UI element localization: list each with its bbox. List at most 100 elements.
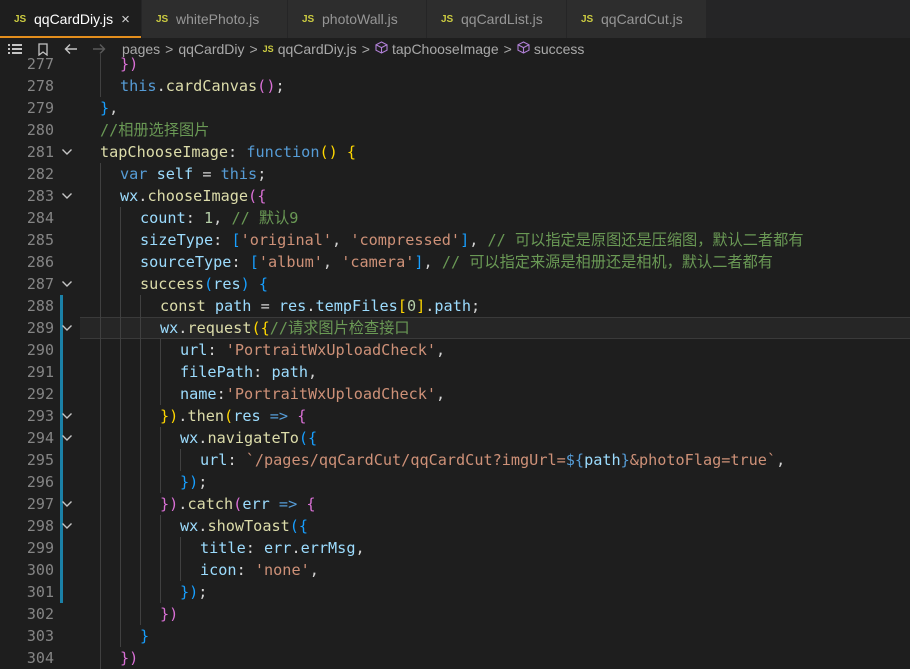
code-token: [ (397, 297, 407, 315)
indent-guide (140, 361, 141, 383)
code-line[interactable]: 287 success(res) { (0, 273, 910, 295)
tab-photowall[interactable]: JS photoWall.js (288, 0, 427, 38)
line-number[interactable]: 294 (0, 427, 54, 449)
indent-guide (100, 625, 101, 647)
code-line[interactable]: 284 count: 1, // 默认9 (0, 207, 910, 229)
code-line[interactable]: 286 sourceType: ['album', 'camera'], // 可… (0, 251, 910, 273)
chevron-down-icon[interactable] (60, 185, 74, 207)
chevron-down-icon[interactable] (60, 405, 74, 427)
indent-guide (160, 449, 161, 471)
code-line[interactable]: 281 tapChooseImage: function() { (0, 141, 910, 163)
code-token: sourceType (140, 253, 232, 271)
indent-guide (100, 471, 101, 493)
code-token: success (140, 275, 205, 293)
line-number[interactable]: 283 (0, 185, 54, 207)
line-number[interactable]: 287 (0, 273, 54, 295)
code-token: // 可以指定来源是相册还是相机，默认二者都有 (441, 253, 773, 271)
line-number[interactable]: 300 (0, 559, 54, 581)
code-token: [ (231, 231, 241, 249)
line-number[interactable]: 279 (0, 97, 54, 119)
code-text: //相册选择图片 (100, 119, 209, 141)
code-line[interactable]: 302}) (0, 603, 910, 625)
code-text: const path = res.tempFiles[0].path; (160, 295, 480, 317)
code-token: => (278, 495, 298, 513)
code-line[interactable]: 283 wx.chooseImage({ (0, 185, 910, 207)
line-number[interactable]: 282 (0, 163, 54, 185)
tab-qqcardlist[interactable]: JS qqCardList.js (427, 0, 567, 38)
code-line[interactable]: 297}).catch(err => { (0, 493, 910, 515)
code-token: path (214, 297, 252, 315)
code-token: : (227, 451, 246, 469)
line-number[interactable]: 284 (0, 207, 54, 229)
chevron-down-icon[interactable] (60, 515, 74, 537)
tab-whitephoto[interactable]: JS whitePhoto.js (142, 0, 288, 38)
code-line[interactable]: 280 //相册选择图片 (0, 119, 910, 141)
code-line[interactable]: 292 name:'PortraitWxUploadCheck', (0, 383, 910, 405)
line-number[interactable]: 289 (0, 317, 54, 339)
code-line[interactable]: 303} (0, 625, 910, 647)
tab-qqcardcut[interactable]: JS qqCardCut.js (567, 0, 707, 38)
line-number[interactable]: 286 (0, 251, 54, 273)
indent-guide (160, 383, 161, 405)
line-number[interactable]: 303 (0, 625, 54, 647)
code-line[interactable]: 291 filePath: path, (0, 361, 910, 383)
line-number[interactable]: 295 (0, 449, 54, 471)
indent-guide (100, 339, 101, 361)
code-token: }) (160, 495, 179, 513)
chevron-down-icon[interactable] (60, 141, 74, 163)
line-number[interactable]: 297 (0, 493, 54, 515)
line-number[interactable]: 292 (0, 383, 54, 405)
code-line[interactable]: 277}) (0, 53, 910, 75)
code-text: filePath: path, (180, 361, 317, 383)
indent-guide (120, 317, 121, 339)
chevron-down-icon[interactable] (60, 273, 74, 295)
code-line[interactable]: 299 title: err.errMsg, (0, 537, 910, 559)
code-token: ] (414, 253, 424, 271)
code-line[interactable]: 294 wx.navigateTo({ (0, 427, 910, 449)
code-line[interactable]: 290 url: 'PortraitWxUploadCheck', (0, 339, 910, 361)
code-token: function (246, 143, 320, 161)
chevron-down-icon[interactable] (60, 427, 74, 449)
code-line[interactable]: 295 url: `/pages/qqCardCut/qqCardCut?imgU… (0, 449, 910, 471)
code-line[interactable]: 298 wx.showToast({ (0, 515, 910, 537)
code-line[interactable]: 296}); (0, 471, 910, 493)
code-token: } (140, 627, 150, 645)
line-number[interactable]: 285 (0, 229, 54, 251)
code-line[interactable]: 300 icon: 'none', (0, 559, 910, 581)
code-line[interactable]: 289 wx.request({//请求图片检查接口 (0, 317, 910, 339)
line-number[interactable]: 278 (0, 75, 54, 97)
tab-qqcarddiy[interactable]: JS qqCardDiy.js × (0, 0, 142, 38)
line-number[interactable]: 299 (0, 537, 54, 559)
indent-guide (120, 229, 121, 251)
indent-guide (100, 53, 101, 75)
code-token: name (180, 385, 217, 403)
line-number[interactable]: 288 (0, 295, 54, 317)
code-line[interactable]: 285 sizeType: ['original', 'compressed'],… (0, 229, 910, 251)
line-number[interactable]: 280 (0, 119, 54, 141)
line-number[interactable]: 301 (0, 581, 54, 603)
indent-guide (140, 493, 141, 515)
line-number[interactable]: 290 (0, 339, 54, 361)
line-number[interactable]: 291 (0, 361, 54, 383)
line-number[interactable]: 277 (0, 53, 54, 75)
line-number[interactable]: 298 (0, 515, 54, 537)
line-number[interactable]: 304 (0, 647, 54, 669)
code-line[interactable]: 288 const path = res.tempFiles[0].path; (0, 295, 910, 317)
code-line[interactable]: 301}); (0, 581, 910, 603)
line-number[interactable]: 302 (0, 603, 54, 625)
line-number[interactable]: 281 (0, 141, 54, 163)
js-file-icon: JS (14, 13, 27, 25)
line-number[interactable]: 296 (0, 471, 54, 493)
code-line[interactable]: 279}, (0, 97, 910, 119)
code-line[interactable]: 278 this.cardCanvas(); (0, 75, 910, 97)
close-icon[interactable]: × (121, 11, 130, 28)
chevron-down-icon[interactable] (60, 317, 74, 339)
code-line[interactable]: 282 var self = this; (0, 163, 910, 185)
code-line[interactable]: 293}).then(res => { (0, 405, 910, 427)
code-editor[interactable]: 277}) 278 this.cardCanvas(); 279}, 280//相册选择… (0, 53, 910, 669)
line-number[interactable]: 293 (0, 405, 54, 427)
chevron-down-icon[interactable] (60, 493, 74, 515)
code-line[interactable]: 304}) (0, 647, 910, 669)
